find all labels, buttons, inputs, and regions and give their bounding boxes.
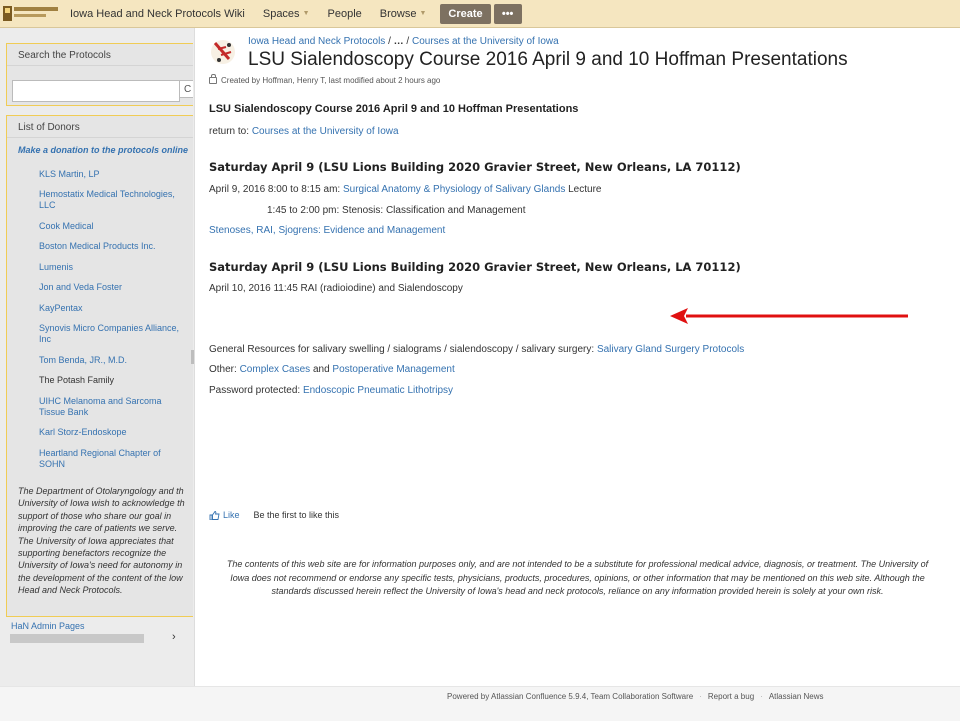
chevron-down-icon: ▼ [302,10,310,17]
footer-separator: · [760,692,763,701]
section-heading: Saturday April 9 (LSU Lions Building 202… [209,260,741,274]
donor-link[interactable]: Hemostatix Medical Technologies, LLC [7,189,193,211]
breadcrumb-separator: / [388,36,391,47]
donor-link[interactable]: KLS Martin, LP [7,169,193,180]
other-conjunction: and [310,364,333,375]
nav-browse-label: Browse [379,7,417,20]
page-metadata: Created by Hoffman, Henry T, last modifi… [209,74,441,85]
page-metadata-text: Created by Hoffman, Henry T, last modifi… [221,76,441,85]
create-button[interactable]: Create [440,3,491,24]
like-bar: Like Be the first to like this [209,510,339,520]
donor-link[interactable]: Jon and Veda Foster [7,282,193,293]
return-prefix: return to: [209,126,252,137]
password-prefix: Password protected: [209,385,303,396]
chevron-down-icon: ▼ [419,10,427,17]
breadcrumb: Iowa Head and Neck Protocols / … / Cours… [248,36,559,47]
sidebar-resize-handle[interactable] [191,350,194,364]
acknowledgement-line: supporting benefactors recognize the [18,548,167,559]
footer: Powered by Atlassian Confluence 5.9.4, T… [0,686,960,721]
other-line: Other: Complex Cases and Postoperative M… [209,364,455,375]
horizontal-scrollbar[interactable] [10,634,144,643]
acknowledgement-line: support of those who share our goal in [18,510,172,521]
donor-link[interactable]: UIHC Melanoma and Sarcoma Tissue Bank [7,396,193,418]
site-title[interactable]: Iowa Head and Neck Protocols Wiki [70,8,245,20]
unlock-icon[interactable] [209,74,217,84]
thumbs-up-icon [209,510,220,520]
acknowledgement-text: The Department of Otolaryngology and th … [18,485,190,597]
footer-links: Powered by Atlassian Confluence 5.9.4, T… [447,692,824,701]
donor-list: KLS Martin, LP Hemostatix Medical Techno… [7,169,193,470]
acknowledgement-line: University of Iowa's need for autonomy i… [18,560,183,571]
footer-separator: · [699,692,702,701]
page-logo-icon [211,40,235,64]
donor-link[interactable]: Lumenis [7,262,193,273]
schedule-item: Stenoses, RAI, Sjogrens: Evidence and Ma… [209,225,445,236]
powered-by-text: Powered by Atlassian Confluence 5.9.4, T… [447,692,694,701]
nav-people[interactable]: People [328,8,362,20]
donor-link[interactable]: Tom Benda, JR., M.D. [7,355,193,366]
more-options-button[interactable]: ••• [493,3,522,24]
atlassian-news-link[interactable]: Atlassian News [769,692,824,701]
breadcrumb-parent[interactable]: Courses at the University of Iowa [412,36,559,47]
like-button[interactable]: Like [223,510,240,520]
nav-spaces-label: Spaces [262,7,300,20]
general-resources-line: General Resources for salivary swelling … [209,344,744,355]
acknowledgement-line: University of Iowa wish to acknowledge t… [18,498,185,509]
general-resources-prefix: General Resources for salivary swelling … [209,344,597,355]
schedule-item: April 9, 2016 8:00 to 8:15 am: Surgical … [209,184,601,195]
donor-link[interactable]: KayPentax [7,303,193,314]
content-heading: LSU Sialendoscopy Course 2016 April 9 an… [209,103,579,115]
donors-panel-heading: List of Donors [7,116,193,138]
donor-link[interactable]: Synovis Micro Companies Alliance, Inc [7,323,193,345]
schedule-item-time: April 9, 2016 8:00 to 8:15 am: [209,184,343,195]
university-logo[interactable] [2,3,58,25]
schedule-item-suffix: Lecture [565,184,602,195]
donor-link[interactable]: Karl Storz-Endoskope [7,427,193,438]
postoperative-management-link[interactable]: Postoperative Management [332,364,454,375]
password-line: Password protected: Endoscopic Pneumatic… [209,385,453,396]
return-link[interactable]: Courses at the University of Iowa [252,126,399,137]
breadcrumb-ellipsis[interactable]: … [394,36,404,47]
donor-link[interactable]: Cook Medical [7,221,193,232]
donors-panel: List of Donors Make a donation to the pr… [6,115,193,617]
search-button[interactable]: C [179,80,193,98]
acknowledgement-line: Head and Neck Protocols. [18,585,123,596]
schedule-item: 1:45 to 2:00 pm: Stenosis: Classificatio… [267,205,526,216]
like-status-text: Be the first to like this [253,510,340,520]
lithotripsy-link[interactable]: Endoscopic Pneumatic Lithotripsy [303,385,453,396]
return-line: return to: Courses at the University of … [209,126,399,137]
anatomy-lecture-link[interactable]: Surgical Anatomy & Physiology of Salivar… [343,184,565,195]
disclaimer-text: The contents of this web site are for in… [226,559,929,596]
red-arrow-annotation [670,308,908,324]
stenoses-link[interactable]: Stenoses, RAI, Sjogrens: Evidence and Ma… [209,225,445,236]
nav-browse[interactable]: Browse ▼ [380,8,427,20]
acknowledgement-line: the development of the content of the lo… [18,572,183,583]
breadcrumb-root[interactable]: Iowa Head and Neck Protocols [248,36,385,47]
acknowledgement-line: The University of Iowa appreciates that [18,535,174,546]
sidebar: Search the Protocols C List of Donors Ma… [0,28,195,686]
complex-cases-link[interactable]: Complex Cases [240,364,311,375]
salivary-protocols-link[interactable]: Salivary Gland Surgery Protocols [597,344,744,355]
admin-pages-link[interactable]: HaN Admin Pages [11,621,85,631]
section-heading: Saturday April 9 (LSU Lions Building 202… [209,160,741,174]
nav-spaces[interactable]: Spaces ▼ [263,8,310,20]
report-bug-link[interactable]: Report a bug [708,692,754,701]
page-title: LSU Sialendoscopy Course 2016 April 9 an… [248,49,848,70]
donor-name: The Potash Family [39,375,115,385]
donor-link[interactable]: Boston Medical Products Inc. [7,241,193,252]
nav-people-label: People [327,7,362,20]
donate-link[interactable]: Make a donation to the protocols online [7,138,193,159]
search-input[interactable] [12,80,180,102]
other-prefix: Other: [209,364,240,375]
scroll-right-arrow-icon[interactable]: › [172,631,176,643]
acknowledgement-line: improving the care of patients we serve. [18,523,178,534]
search-panel: Search the Protocols C [6,43,193,106]
donor-link[interactable]: Heartland Regional Chapter of SOHN [7,448,193,470]
main-content: Iowa Head and Neck Protocols / … / Cours… [195,28,960,686]
schedule-item: April 10, 2016 11:45 RAI (radioiodine) a… [209,283,463,294]
search-panel-heading: Search the Protocols [7,44,193,66]
breadcrumb-separator: / [406,36,410,47]
acknowledgement-line: The Department of Otolaryngology and th [18,486,184,496]
top-navigation-bar: Iowa Head and Neck Protocols Wiki Spaces… [0,0,960,28]
